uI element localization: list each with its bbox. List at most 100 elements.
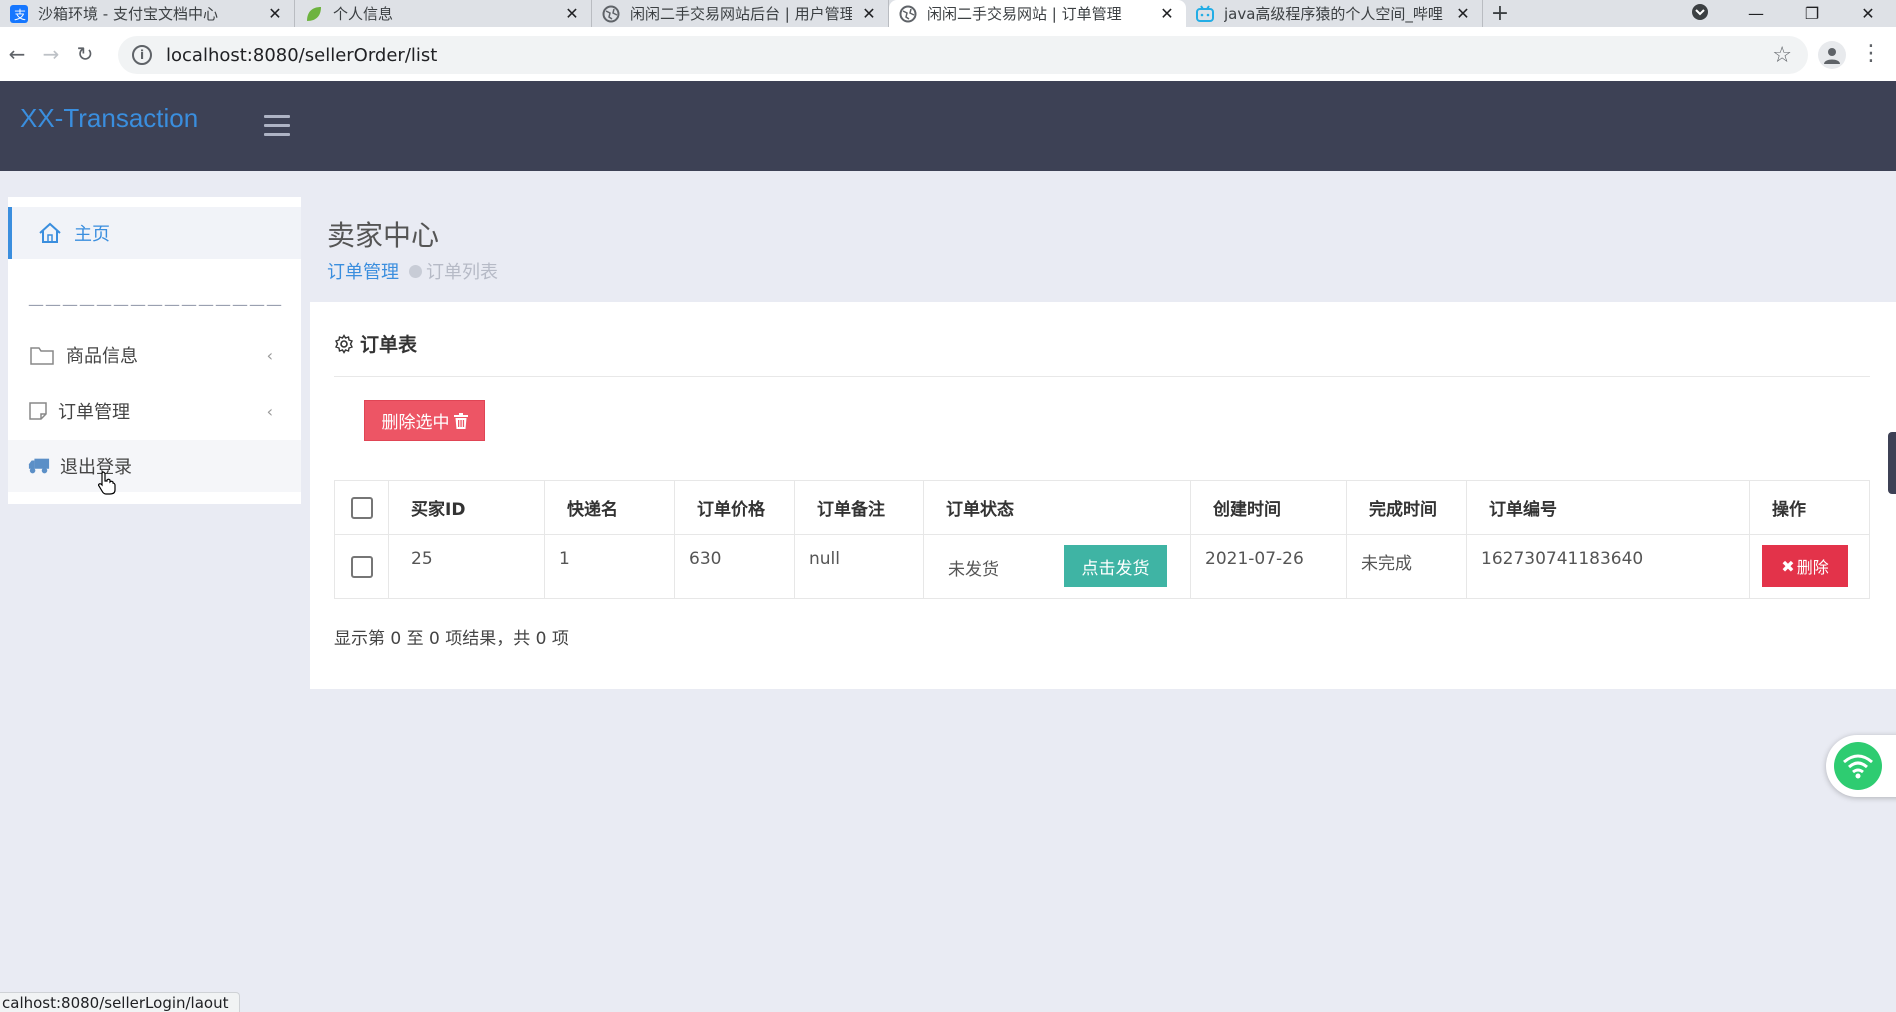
browser-status-bar: calhost:8080/sellerLogin/laout xyxy=(0,992,240,1012)
breadcrumb-link[interactable]: 订单管理 xyxy=(327,258,399,284)
home-icon xyxy=(36,222,64,244)
orders-table: 买家ID 快递名 订单价格 订单备注 订单状态 创建时间 完成时间 订单编号 操… xyxy=(334,480,1870,599)
sidebar-item-label: 订单管理 xyxy=(58,402,130,423)
chevron-left-icon: ‹ xyxy=(266,345,273,365)
column-header[interactable]: 订单编号 xyxy=(1466,480,1750,535)
column-header[interactable]: 完成时间 xyxy=(1346,480,1467,535)
chevron-left-icon: ‹ xyxy=(266,401,273,421)
browser-tab-bar: 支 沙箱环境 - 支付宝文档中心 ✕ 个人信息 ✕ 闲闲二手交易网站后台 | 用… xyxy=(0,0,1896,27)
close-icon[interactable]: ✕ xyxy=(563,4,581,23)
floating-network-widget[interactable] xyxy=(1826,735,1896,797)
browser-tab[interactable]: java高级程序猿的个人空间_哔哩 ✕ xyxy=(1186,0,1483,27)
folder-icon xyxy=(28,345,56,365)
browser-tab-active[interactable]: 闲闲二手交易网站 | 订单管理 ✕ xyxy=(889,0,1186,27)
browser-tab[interactable]: 支 沙箱环境 - 支付宝文档中心 ✕ xyxy=(0,0,295,27)
sidebar-item-home[interactable]: 主页 xyxy=(8,207,301,259)
sidebar-item-label: 退出登录 xyxy=(60,457,132,478)
profile-avatar-icon[interactable] xyxy=(1818,41,1846,69)
wifi-icon xyxy=(1834,742,1882,790)
window-controls: — ❐ ✕ xyxy=(1672,0,1896,27)
app-header: XX-Transaction xyxy=(0,81,1896,171)
courier-cell: 1 xyxy=(544,534,675,599)
column-header[interactable]: 买家ID xyxy=(388,480,545,535)
column-header[interactable]: 创建时间 xyxy=(1190,480,1347,535)
bilibili-icon xyxy=(1196,4,1214,23)
browser-tab[interactable]: 闲闲二手交易网站后台 | 用户管理 ✕ xyxy=(592,0,889,27)
column-header[interactable]: 快递名 xyxy=(544,480,675,535)
reload-icon[interactable]: ↻ xyxy=(68,37,102,71)
table-row: 25 1 630 null 未发货 点击发货 2021-07-26 未完成 16… xyxy=(334,534,1870,599)
close-icon[interactable]: ✕ xyxy=(860,4,878,23)
status-text: 未发货 xyxy=(948,560,999,580)
restore-icon[interactable]: ❐ xyxy=(1784,4,1840,23)
remark-cell: null xyxy=(794,534,924,599)
sidebar-item-orders[interactable]: 订单管理 ‹ xyxy=(8,385,301,437)
browser-toolbar: ← → ↻ i localhost:8080/sellerOrder/list … xyxy=(0,27,1896,81)
orders-card: 订单表 删除选中 买家ID 快递名 订单价格 订单备注 订单状态 创建时间 完成… xyxy=(310,302,1896,689)
sidebar-divider: ——————————————— xyxy=(28,295,283,314)
ship-button[interactable]: 点击发货 xyxy=(1064,545,1167,587)
column-header: 操作 xyxy=(1749,480,1870,535)
scroll-handle[interactable] xyxy=(1888,432,1896,494)
row-checkbox[interactable] xyxy=(350,555,373,578)
bookmark-star-icon[interactable]: ☆ xyxy=(1772,43,1792,68)
status-cell: 未发货 点击发货 xyxy=(923,534,1191,599)
breadcrumb-separator-icon xyxy=(409,264,422,278)
card-title-text: 订单表 xyxy=(360,334,418,356)
address-bar[interactable]: i localhost:8080/sellerOrder/list ☆ xyxy=(118,36,1808,74)
alipay-icon: 支 xyxy=(10,4,28,23)
minimize-icon[interactable]: — xyxy=(1728,4,1784,23)
gear-icon xyxy=(334,333,354,354)
card-title: 订单表 xyxy=(334,330,417,357)
sidebar: 主页 ——————————————— 商品信息 ‹ 订单管理 ‹ 退出登录 xyxy=(8,197,301,504)
close-icon[interactable]: ✕ xyxy=(266,4,284,23)
new-tab-button[interactable]: + xyxy=(1483,0,1517,27)
breadcrumb-current: 订单列表 xyxy=(426,262,498,283)
globe-icon xyxy=(899,5,917,23)
trash-icon xyxy=(453,412,468,429)
hand-cursor-icon xyxy=(98,471,116,499)
created-cell: 2021-07-26 xyxy=(1190,534,1347,599)
card-divider xyxy=(334,376,1870,377)
delete-row-button[interactable]: ✖ 删除 xyxy=(1762,545,1848,587)
truck-icon xyxy=(28,457,50,475)
price-cell: 630 xyxy=(674,534,795,599)
column-header[interactable]: 订单状态 xyxy=(923,480,1191,535)
button-label: 删除选中 xyxy=(381,413,450,433)
select-all-checkbox[interactable] xyxy=(350,496,373,519)
tab-title: 个人信息 xyxy=(333,5,394,23)
tab-title: 闲闲二手交易网站后台 | 用户管理 xyxy=(630,5,852,23)
back-icon[interactable]: ← xyxy=(0,37,34,71)
tab-title: 沙箱环境 - 支付宝文档中心 xyxy=(38,5,218,23)
sidebar-item-logout[interactable]: 退出登录 xyxy=(8,440,301,492)
leaf-icon xyxy=(305,5,323,23)
page-title: 卖家中心 xyxy=(327,219,440,252)
sidebar-item-label: 商品信息 xyxy=(66,346,138,367)
site-info-icon[interactable]: i xyxy=(132,45,152,65)
delete-selected-button[interactable]: 删除选中 xyxy=(364,400,485,441)
sidebar-item-goods[interactable]: 商品信息 ‹ xyxy=(8,329,301,381)
note-icon xyxy=(28,401,48,421)
tab-title: java高级程序猿的个人空间_哔哩 xyxy=(1224,5,1443,23)
window-close-icon[interactable]: ✕ xyxy=(1840,4,1896,23)
actions-cell: ✖ 删除 xyxy=(1749,534,1870,599)
button-label: 删除 xyxy=(1796,558,1829,577)
forward-icon[interactable]: → xyxy=(34,37,68,71)
finished-cell: 未完成 xyxy=(1346,534,1467,599)
browser-tab[interactable]: 个人信息 ✕ xyxy=(295,0,592,27)
browser-menu-icon[interactable]: ⋮ xyxy=(1860,41,1882,66)
tab-search-icon[interactable] xyxy=(1672,3,1728,25)
close-icon[interactable]: ✕ xyxy=(1454,4,1472,23)
close-icon[interactable]: ✕ xyxy=(1158,4,1176,23)
close-icon: ✖ xyxy=(1781,556,1795,576)
brand-logo[interactable]: XX-Transaction xyxy=(20,103,198,134)
column-header[interactable]: 订单价格 xyxy=(674,480,795,535)
tab-title: 闲闲二手交易网站 | 订单管理 xyxy=(927,5,1122,23)
buyer-id-cell: 25 xyxy=(388,534,545,599)
breadcrumb: 订单管理 订单列表 xyxy=(327,258,498,284)
select-all-cell xyxy=(334,480,389,535)
column-header[interactable]: 订单备注 xyxy=(794,480,924,535)
menu-toggle-icon[interactable] xyxy=(264,115,290,142)
svg-text:支: 支 xyxy=(14,8,26,22)
row-select-cell xyxy=(334,534,389,599)
